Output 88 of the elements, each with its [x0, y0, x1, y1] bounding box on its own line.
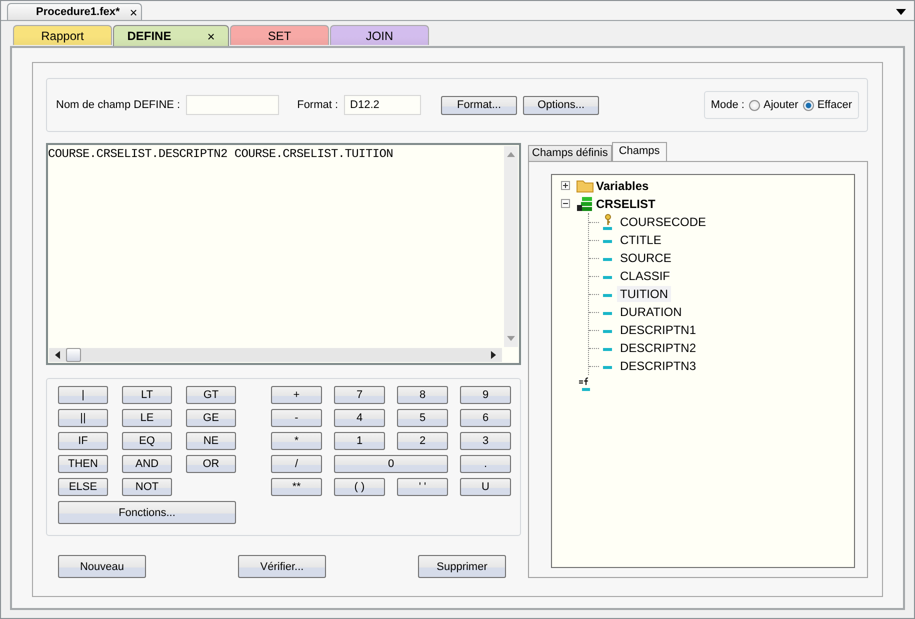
action-button[interactable]: Supprimer	[418, 555, 506, 578]
keypad-key[interactable]: .	[460, 455, 511, 473]
operator-key[interactable]: EQ	[122, 432, 172, 450]
action-button[interactable]: Vérifier...	[238, 555, 326, 578]
mode-radio[interactable]: Effacer	[803, 99, 852, 111]
vertical-scrollbar[interactable]	[504, 146, 518, 347]
field-icon	[603, 330, 612, 333]
tab[interactable]: Champs	[612, 142, 667, 161]
tree-field-label[interactable]: DESCRIPTN1	[617, 322, 700, 338]
operator-key[interactable]: |	[58, 386, 108, 404]
keypad-key[interactable]: **	[271, 478, 322, 496]
field-icon	[603, 312, 612, 315]
field-icon	[603, 276, 612, 279]
operator-key[interactable]: AND	[122, 455, 172, 473]
scroll-down-icon[interactable]	[507, 336, 515, 341]
document-tab[interactable]: Procedure1.fex* ×	[7, 3, 142, 20]
field-name-input[interactable]	[186, 95, 280, 115]
operator-key[interactable]: GE	[186, 409, 236, 427]
tab[interactable]: Champs définis	[528, 145, 612, 161]
stacked-cubes-icon	[576, 196, 594, 212]
tree-field-label[interactable]: CTITLE	[617, 232, 664, 248]
keypad-key[interactable]: 0	[334, 455, 448, 473]
folder-icon	[576, 179, 594, 193]
format-label: Format :	[297, 99, 338, 111]
operator-key[interactable]: GT	[186, 386, 236, 404]
tree-field-label[interactable]: CLASSIF	[617, 268, 674, 284]
operator-key[interactable]: NE	[186, 432, 236, 450]
operator-key[interactable]: THEN	[58, 455, 108, 473]
scroll-right-icon[interactable]	[491, 351, 496, 359]
keypad-key[interactable]: 8	[397, 386, 448, 404]
tree-field-label[interactable]: COURSECODE	[617, 214, 710, 230]
operator-key[interactable]: LE	[122, 409, 172, 427]
operator-key[interactable]: ||	[58, 409, 108, 427]
expression-editor[interactable]: COURSE.CRSELIST.DESCRIPTN2 COURSE.CRSELIST.TUITION	[46, 143, 521, 365]
operator-key[interactable]: IF	[58, 432, 108, 450]
keypad-key[interactable]: 7	[334, 386, 385, 404]
keypad-key[interactable]: 5	[397, 409, 448, 427]
scroll-left-icon[interactable]	[55, 351, 60, 359]
keypad-key[interactable]: U	[460, 478, 511, 496]
field-icon	[603, 258, 612, 261]
keypad-key[interactable]: /	[271, 455, 322, 473]
tab[interactable]: JOIN	[330, 25, 429, 45]
dialog-button[interactable]: Format...	[441, 96, 518, 114]
action-button[interactable]: Nouveau	[58, 555, 146, 578]
tree-field-label[interactable]: SOURCE	[617, 250, 674, 266]
keypad-key[interactable]: ( )	[334, 478, 385, 496]
tree-node-label[interactable]: CRSELIST	[596, 197, 656, 211]
keypad-key[interactable]: *	[271, 432, 322, 450]
keypad-key[interactable]: 4	[334, 409, 385, 427]
horizontal-scrollbar[interactable]	[49, 348, 502, 362]
operator-key[interactable]: LT	[122, 386, 172, 404]
formula-icon	[576, 377, 592, 391]
tab[interactable]: SET	[230, 25, 329, 45]
tree-field-label[interactable]: DURATION	[617, 304, 685, 320]
field-icon	[603, 366, 612, 369]
keypad-key[interactable]: 6	[460, 409, 511, 427]
operator-key[interactable]: NOT	[122, 478, 172, 496]
tree-field-label[interactable]: DESCRIPTN2	[617, 340, 700, 356]
keypad-key[interactable]: 2	[397, 432, 448, 450]
scroll-up-icon[interactable]	[507, 152, 515, 157]
operator-key[interactable]: ELSE	[58, 478, 108, 496]
dialog-button[interactable]: Options...	[523, 96, 600, 114]
operator-key[interactable]: Fonctions...	[58, 501, 236, 524]
format-input[interactable]: D12.2	[344, 95, 422, 115]
field-name-label: Nom de champ DEFINE :	[56, 99, 180, 111]
tree-field-label[interactable]: TUITION	[617, 286, 671, 302]
keypad-key[interactable]: 1	[334, 432, 385, 450]
dropdown-caret-icon[interactable]	[896, 9, 906, 15]
mode-label: Mode :	[710, 99, 744, 111]
mode-radio[interactable]: Ajouter	[749, 99, 798, 111]
keypad-key[interactable]: ' '	[397, 478, 448, 496]
document-title: Procedure1.fex*	[36, 6, 120, 18]
tab[interactable]: Rapport	[13, 25, 112, 45]
expression-text: COURSE.CRSELIST.DESCRIPTN2 COURSE.CRSELIST.TUITION	[48, 146, 394, 161]
scroll-thumb[interactable]	[66, 348, 81, 362]
field-icon	[603, 240, 612, 243]
tree-node-label[interactable]: Variables	[596, 179, 649, 193]
field-icon	[603, 294, 612, 297]
keypad-key[interactable]: 3	[460, 432, 511, 450]
tab[interactable]: DEFINE ×	[113, 25, 229, 46]
keypad-key[interactable]: 9	[460, 386, 511, 404]
tree-field-label[interactable]: DESCRIPTN3	[617, 358, 700, 374]
close-icon[interactable]: ×	[130, 6, 138, 18]
field-icon	[603, 348, 612, 351]
keypad-key[interactable]: +	[271, 386, 322, 404]
keypad-key[interactable]: -	[271, 409, 322, 427]
close-icon[interactable]: ×	[207, 28, 215, 44]
operator-key[interactable]: OR	[186, 455, 236, 473]
